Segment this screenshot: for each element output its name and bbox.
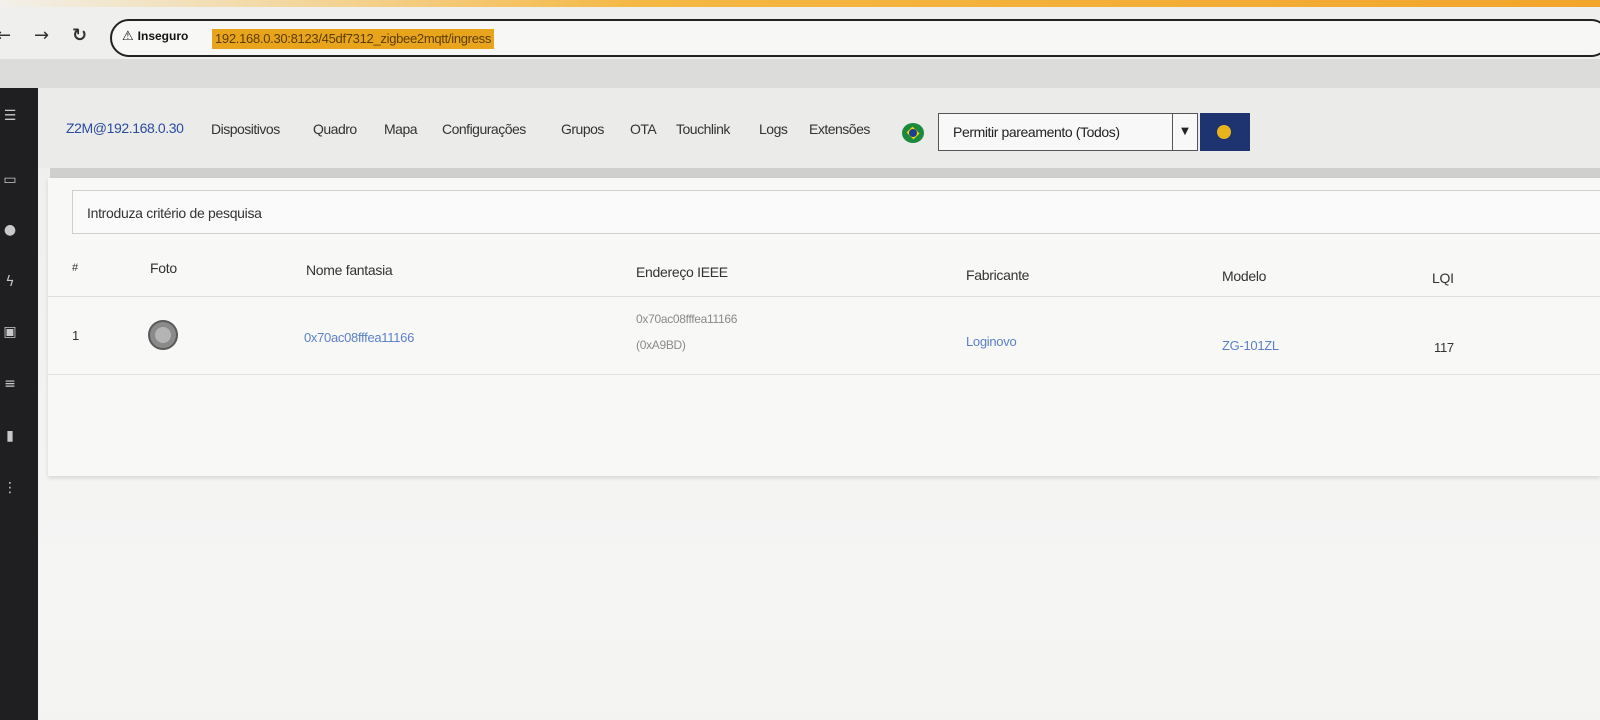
insecure-indicator[interactable]: ⚠ Inseguro [122, 29, 188, 44]
row-divider [48, 374, 1600, 375]
ha-sidebar: ☰ ▭ ● ϟ ▣ ≡ ▮ ⋮ [0, 88, 38, 720]
header-manufacturer[interactable]: Fabricante [966, 267, 1029, 283]
device-photo [148, 320, 178, 350]
header-model[interactable]: Modelo [1222, 268, 1266, 284]
browser-top-strip [0, 0, 1600, 7]
header-lqi[interactable]: LQI [1432, 270, 1454, 286]
person-icon[interactable]: ● [0, 222, 20, 238]
top-navbar: Z2M@192.168.0.30 Dispositivos Quadro Map… [38, 88, 1600, 168]
nav-map[interactable]: Mapa [384, 121, 418, 137]
forward-arrow-icon[interactable]: → [34, 27, 49, 45]
chevron-down-icon[interactable]: ▼ [1172, 113, 1198, 151]
permit-join-button[interactable]: Permitir pareamento (Todos) [938, 113, 1174, 151]
brazil-flag-icon[interactable] [902, 123, 924, 143]
back-arrow-icon[interactable]: ← [0, 27, 11, 45]
header-photo[interactable]: Foto [150, 260, 177, 276]
search-input[interactable] [87, 203, 787, 223]
brand-link[interactable]: Z2M@192.168.0.30 [66, 120, 184, 136]
nav-touchlink[interactable]: Touchlink [676, 121, 730, 137]
theme-toggle-icon [1217, 125, 1231, 139]
device-manufacturer-link[interactable]: Loginovo [966, 334, 1017, 349]
search-box[interactable] [72, 190, 1600, 234]
nav-devices[interactable]: Dispositivos [211, 121, 280, 137]
logbook-icon[interactable]: ▮ [0, 428, 20, 444]
insecure-label: Inseguro [137, 29, 189, 43]
menu-icon[interactable]: ☰ [0, 108, 20, 124]
header-divider [48, 296, 1600, 297]
header-ieee-address[interactable]: Endereço IEEE [636, 264, 728, 280]
reload-icon[interactable]: ↻ [72, 27, 87, 45]
warning-icon: ⚠ [122, 29, 134, 44]
screen-glare [38, 600, 1600, 720]
dashboard-icon[interactable]: ▭ [0, 172, 20, 188]
device-friendly-name-link[interactable]: 0x70ac08fffea11166 [304, 330, 414, 345]
nav-extensions[interactable]: Extensões [809, 121, 870, 137]
energy-icon[interactable]: ϟ [0, 274, 20, 290]
nav-groups[interactable]: Grupos [561, 121, 604, 137]
nav-logs[interactable]: Logs [759, 121, 788, 137]
device-lqi: 117 [1434, 340, 1454, 355]
nav-settings[interactable]: Configurações [442, 121, 526, 137]
device-model-link[interactable]: ZG-101ZL [1222, 338, 1279, 353]
list-icon[interactable]: ≡ [0, 376, 20, 392]
header-friendly-name[interactable]: Nome fantasia [306, 262, 393, 278]
row-index: 1 [72, 328, 79, 343]
more-icon[interactable]: ⋮ [0, 480, 20, 496]
header-index[interactable]: # [72, 262, 78, 274]
browser-toolbar: ← → ↻ ⚠ Inseguro 192.168.0.30:8123/45df73… [0, 7, 1600, 59]
device-network-address: (0xA9BD) [636, 338, 686, 352]
nav-dashboard[interactable]: Quadro [313, 121, 357, 137]
address-bar[interactable]: ⚠ Inseguro 192.168.0.30:8123/45df7312_zig… [110, 19, 1600, 57]
nav-ota[interactable]: OTA [630, 121, 657, 137]
media-icon[interactable]: ▣ [0, 324, 20, 340]
devices-card: # Foto Nome fantasia Endereço IEEE Fabri… [48, 178, 1600, 476]
device-ieee-address: 0x70ac08fffea11166 [636, 312, 738, 326]
screen: ← → ↻ ⚠ Inseguro 192.168.0.30:8123/45df73… [0, 0, 1600, 720]
url-text[interactable]: 192.168.0.30:8123/45df7312_zigbee2mqtt/i… [212, 29, 495, 49]
theme-toggle-button[interactable] [1200, 113, 1250, 151]
